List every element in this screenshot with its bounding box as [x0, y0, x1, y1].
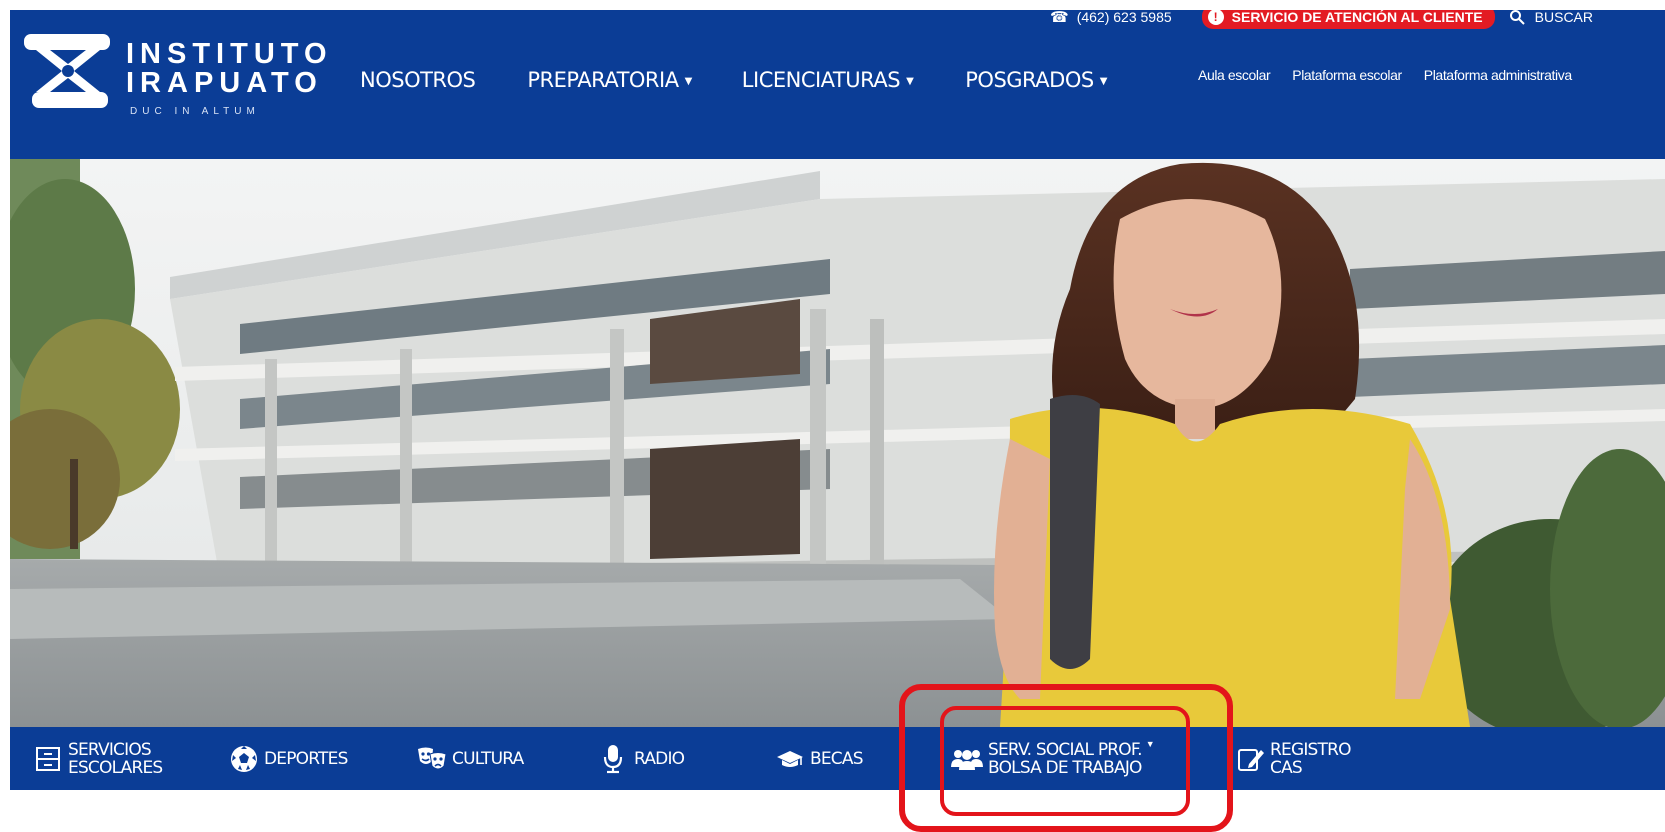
- nav-posgrados-label: POSGRADOS: [965, 68, 1094, 92]
- cultura-label: CULTURA: [452, 749, 524, 769]
- nav-nosotros-label: NOSOTROS: [360, 68, 476, 92]
- edit-icon: [1236, 744, 1266, 774]
- serv-social-line-2: BOLSA DE TRABAJO: [988, 758, 1142, 778]
- becas-label: BECAS: [810, 749, 863, 769]
- search-label: BUSCAR: [1534, 10, 1594, 25]
- deportes-link[interactable]: DEPORTES: [228, 737, 348, 781]
- quick-links: Aula escolar Plataforma escolar Platafor…: [1198, 67, 1594, 83]
- servicios-escolares-label: SERVICIOS ESCOLARES: [68, 740, 163, 778]
- servicios-line-1: SERVICIOS: [68, 740, 152, 760]
- logo-mark-icon: [24, 34, 110, 108]
- phone-link[interactable]: ☎ (462) 623 5985: [1050, 10, 1172, 26]
- files-icon: [34, 744, 64, 774]
- chevron-down-icon: ▼: [1099, 75, 1108, 87]
- graduation-cap-icon: [776, 748, 804, 770]
- hero-photo: [10, 159, 1665, 727]
- brand-motto: DUC IN ALTUM: [130, 106, 260, 117]
- customer-service-label: SERVICIO DE ATENCIÓN AL CLIENTE: [1231, 10, 1483, 25]
- nav-licenciaturas[interactable]: LICENCIATURAS ▼: [741, 68, 914, 92]
- registro-line-1: REGISTRO: [1270, 740, 1352, 760]
- servicios-escolares-link[interactable]: SERVICIOS ESCOLARES: [34, 737, 163, 781]
- quicklink-plataforma-administrativa[interactable]: Plataforma administrativa: [1424, 67, 1572, 83]
- quicklink-plataforma-escolar[interactable]: Plataforma escolar: [1292, 67, 1402, 83]
- registro-line-2: CAS: [1270, 758, 1303, 778]
- chevron-down-icon: ▼: [1145, 739, 1155, 749]
- quicklink-aula-escolar[interactable]: Aula escolar: [1198, 67, 1271, 83]
- radio-link[interactable]: RADIO: [602, 737, 685, 781]
- top-utility-bar: ☎ (462) 623 5985 ! SERVICIO DE ATENCIÓN …: [1050, 10, 1593, 29]
- nav-preparatoria-label: PREPARATORIA: [527, 68, 679, 92]
- registro-cas-label: REGISTRO CAS: [1270, 740, 1352, 778]
- nav-preparatoria[interactable]: PREPARATORIA ▼: [527, 68, 693, 92]
- search-icon: [1509, 10, 1525, 25]
- brand-line-1: INSTITUTO: [126, 38, 333, 70]
- cultura-link[interactable]: CULTURA: [416, 737, 524, 781]
- serv-social-label: SERV. SOCIAL PROF. BOLSA DE TRABAJO: [988, 740, 1143, 778]
- servicios-line-2: ESCOLARES: [68, 758, 163, 778]
- nav-posgrados[interactable]: POSGRADOS ▼: [965, 68, 1107, 92]
- radio-label: RADIO: [634, 749, 685, 769]
- search-link[interactable]: BUSCAR: [1509, 10, 1593, 25]
- hero-banner: [10, 159, 1665, 727]
- chevron-down-icon: ▼: [684, 75, 693, 87]
- services-bar: SERVICIOS ESCOLARES DEPORTES CULTURA RAD…: [10, 727, 1665, 790]
- registro-cas-link[interactable]: REGISTRO CAS: [1236, 737, 1352, 781]
- site-header: INSTITUTO IRAPUATO DUC IN ALTUM NOSOTROS…: [10, 10, 1665, 159]
- microphone-icon: [602, 743, 624, 775]
- logo[interactable]: INSTITUTO IRAPUATO DUC IN ALTUM: [22, 24, 332, 124]
- chevron-down-icon: ▼: [906, 75, 914, 87]
- brand-line-2: IRAPUATO: [126, 67, 323, 99]
- customer-service-button[interactable]: ! SERVICIO DE ATENCIÓN AL CLIENTE: [1201, 10, 1495, 29]
- users-icon: [950, 745, 984, 773]
- phone-icon: ☎: [1050, 10, 1069, 26]
- deportes-label: DEPORTES: [264, 749, 348, 769]
- theater-masks-icon: [416, 745, 448, 773]
- exclamation-icon: !: [1207, 10, 1224, 25]
- phone-number: (462) 623 5985: [1076, 10, 1172, 25]
- nav-licenciaturas-label: LICENCIATURAS: [741, 68, 901, 92]
- serv-social-bolsa-link[interactable]: SERV. SOCIAL PROF. BOLSA DE TRABAJO ▼: [950, 737, 1155, 781]
- becas-link[interactable]: BECAS: [776, 737, 863, 781]
- serv-social-line-1: SERV. SOCIAL PROF.: [988, 740, 1143, 760]
- main-nav: NOSOTROS PREPARATORIA ▼ LICENCIATURAS ▼ …: [360, 62, 1107, 98]
- soccer-ball-icon: [228, 743, 260, 775]
- nav-nosotros[interactable]: NOSOTROS: [360, 68, 476, 92]
- logo-text: INSTITUTO IRAPUATO: [126, 40, 333, 98]
